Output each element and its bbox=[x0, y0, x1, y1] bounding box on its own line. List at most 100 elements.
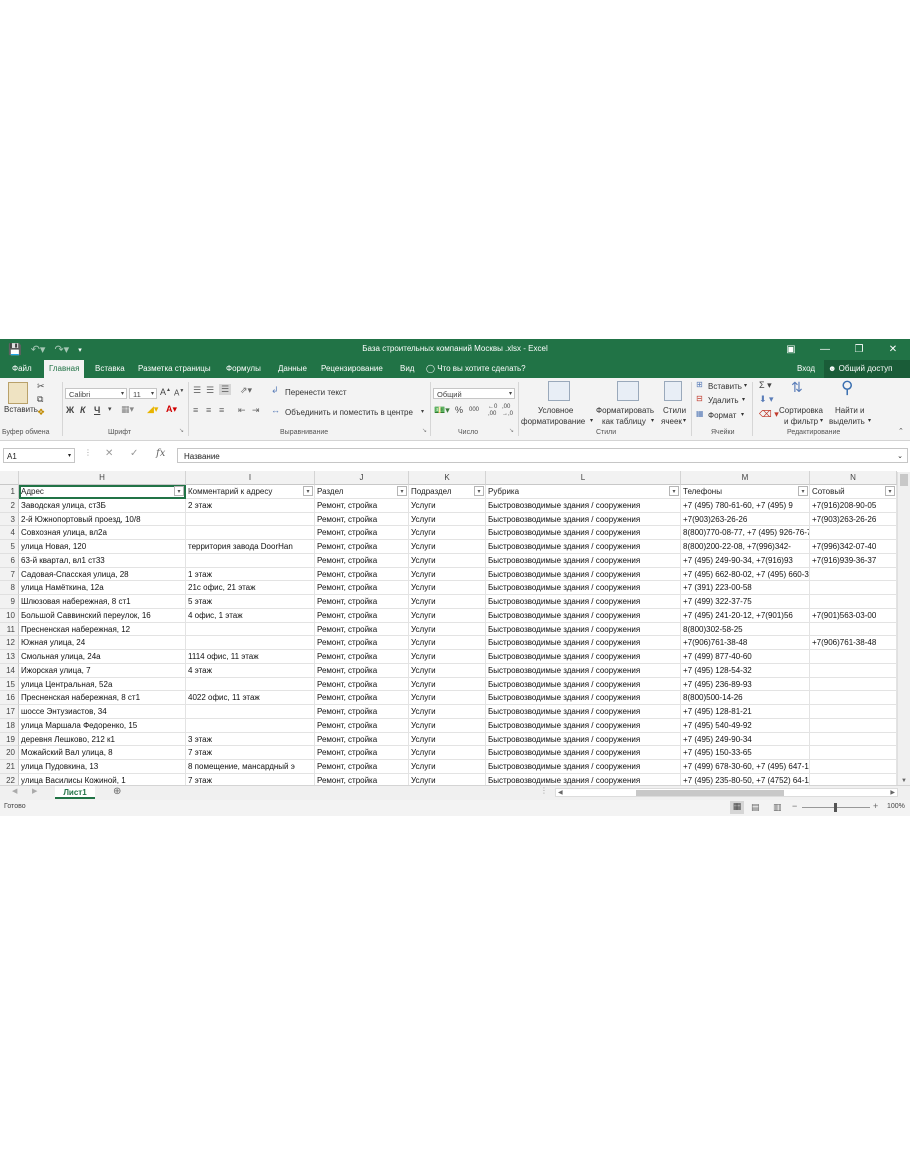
row-header[interactable]: 18 bbox=[0, 718, 19, 733]
table-cell[interactable]: улица Намёткина, 12а bbox=[19, 581, 186, 595]
table-cell[interactable]: Услуги bbox=[409, 691, 486, 705]
decrease-font-icon[interactable]: A▼ bbox=[174, 388, 184, 398]
table-cell[interactable]: 2 этаж bbox=[186, 498, 315, 513]
table-cell[interactable]: Ремонт, стройка bbox=[315, 760, 409, 774]
page-layout-view-icon[interactable]: ▤ bbox=[751, 802, 760, 813]
number-dialog-launcher-icon[interactable]: ↘ bbox=[509, 427, 514, 434]
table-cell[interactable]: +7(916)208-90-05 bbox=[810, 498, 897, 513]
comma-style-icon[interactable]: 000 bbox=[469, 407, 479, 413]
format-as-table-label-1[interactable]: Форматировать bbox=[596, 406, 654, 415]
wrap-text-icon[interactable]: ↲ bbox=[271, 385, 279, 396]
table-cell[interactable]: Быстровозводимые здания / сооружения bbox=[486, 622, 681, 637]
row-header[interactable]: 16 bbox=[0, 691, 19, 705]
table-cell[interactable]: Услуги bbox=[409, 498, 486, 513]
table-cell[interactable] bbox=[186, 705, 315, 719]
table-cell[interactable]: Ремонт, стройка bbox=[315, 663, 409, 678]
row-header[interactable]: 17 bbox=[0, 705, 19, 719]
wrap-text-button[interactable]: Перенести текст bbox=[285, 388, 347, 397]
format-as-table-label-2[interactable]: как таблицу bbox=[602, 417, 646, 426]
filter-dropdown-icon[interactable]: ▾ bbox=[798, 486, 808, 496]
table-cell[interactable]: Быстровозводимые здания / сооружения bbox=[486, 691, 681, 705]
table-cell[interactable]: Быстровозводимые здания / сооружения bbox=[486, 595, 681, 609]
sort-filter-label-2[interactable]: и фильтр bbox=[784, 417, 818, 426]
format-cells-icon[interactable]: ▦ bbox=[696, 409, 704, 418]
table-cell[interactable]: Ремонт, стройка bbox=[315, 567, 409, 582]
minimize-icon[interactable]: — bbox=[808, 339, 842, 360]
table-cell[interactable]: Быстровозводимые здания / сооружения bbox=[486, 553, 681, 568]
filter-dropdown-icon[interactable]: ▾ bbox=[669, 486, 679, 496]
font-name-combo[interactable]: Calibri ▾ bbox=[65, 388, 127, 399]
column-header[interactable]: J bbox=[315, 471, 409, 485]
scroll-left-arrow-icon[interactable]: ◀ bbox=[558, 789, 563, 796]
zoom-slider-thumb[interactable] bbox=[834, 803, 837, 812]
table-cell[interactable]: +7(906)761-38-48 bbox=[681, 636, 810, 650]
row-header[interactable]: 20 bbox=[0, 746, 19, 760]
table-cell[interactable]: Услуги bbox=[409, 636, 486, 650]
table-cell[interactable] bbox=[186, 553, 315, 568]
table-cell[interactable]: Ремонт, стройка bbox=[315, 691, 409, 705]
table-cell[interactable] bbox=[810, 595, 897, 609]
column-header[interactable]: K bbox=[409, 471, 486, 485]
insert-cells-button[interactable]: Вставить bbox=[708, 382, 742, 391]
row-header[interactable]: 13 bbox=[0, 650, 19, 664]
table-cell[interactable] bbox=[186, 718, 315, 733]
autosum-icon[interactable]: Σ ▾ bbox=[759, 380, 772, 391]
column-header[interactable]: L bbox=[486, 471, 681, 485]
header-cell[interactable]: Телефоны ▾ bbox=[681, 485, 810, 499]
table-cell[interactable]: +7 (499) 877-40-60 bbox=[681, 650, 810, 664]
merge-center-button[interactable]: Объединить и поместить в центре bbox=[285, 408, 413, 417]
row-header[interactable]: 1 bbox=[0, 485, 19, 499]
table-cell[interactable] bbox=[810, 581, 897, 595]
align-right-icon[interactable]: ≡ bbox=[219, 405, 224, 415]
format-cells-button[interactable]: Формат bbox=[708, 411, 736, 420]
number-format-combo[interactable]: Общий ▾ bbox=[433, 388, 515, 399]
table-cell[interactable]: Услуги bbox=[409, 595, 486, 609]
table-cell[interactable]: 1114 офис, 11 этаж bbox=[186, 650, 315, 664]
table-cell[interactable] bbox=[186, 636, 315, 650]
zoom-level[interactable]: 100% bbox=[887, 803, 905, 810]
table-cell[interactable]: деревня Лешково, 212 к1 bbox=[19, 732, 186, 747]
table-cell[interactable]: Садовая-Спасская улица, 28 bbox=[19, 567, 186, 582]
row-header[interactable]: 2 bbox=[0, 498, 19, 513]
percent-icon[interactable]: % bbox=[455, 405, 463, 415]
table-cell[interactable]: Услуги bbox=[409, 553, 486, 568]
table-cell[interactable]: Услуги bbox=[409, 526, 486, 540]
table-cell[interactable]: Быстровозводимые здания / сооружения bbox=[486, 650, 681, 664]
table-cell[interactable] bbox=[810, 691, 897, 705]
scroll-right-arrow-icon[interactable]: ▶ bbox=[890, 789, 895, 796]
table-cell[interactable]: Услуги bbox=[409, 760, 486, 774]
zoom-in-icon[interactable]: + bbox=[873, 801, 878, 811]
split-handle-icon[interactable]: ⋮ bbox=[540, 786, 548, 795]
formula-input[interactable]: Название ⌄ bbox=[177, 448, 908, 463]
table-cell[interactable]: +7 (495) 662-80-02, +7 (495) 660-30-30, … bbox=[681, 567, 810, 582]
table-cell[interactable]: Услуги bbox=[409, 608, 486, 623]
table-cell[interactable]: Услуги bbox=[409, 677, 486, 692]
horizontal-scroll-thumb[interactable] bbox=[636, 790, 784, 796]
table-cell[interactable] bbox=[810, 663, 897, 678]
sheet-tab[interactable]: Лист1 bbox=[55, 786, 95, 799]
align-bottom-icon[interactable]: ☰ bbox=[219, 384, 232, 395]
orientation-icon[interactable]: ⇗▾ bbox=[240, 385, 252, 396]
table-cell[interactable]: Быстровозводимые здания / сооружения bbox=[486, 498, 681, 513]
table-cell[interactable]: +7 (391) 223-00-58 bbox=[681, 581, 810, 595]
fill-color-icon[interactable]: ◢▾ bbox=[147, 404, 158, 415]
cell-styles-icon[interactable] bbox=[664, 381, 682, 401]
align-left-icon[interactable]: ≡ bbox=[193, 405, 198, 415]
row-header[interactable]: 19 bbox=[0, 732, 19, 747]
table-cell[interactable]: Ремонт, стройка bbox=[315, 622, 409, 637]
table-cell[interactable]: Услуги bbox=[409, 540, 486, 554]
table-cell[interactable]: Быстровозводимые здания / сооружения bbox=[486, 581, 681, 595]
table-cell[interactable]: Ижорская улица, 7 bbox=[19, 663, 186, 678]
table-cell[interactable]: +7 (495) 150-33-65 bbox=[681, 746, 810, 760]
vertical-scrollbar[interactable]: ▼ bbox=[897, 472, 910, 785]
tab-formulas[interactable]: Формулы bbox=[221, 360, 266, 378]
increase-decimal-icon[interactable]: ←0,00 bbox=[488, 404, 497, 418]
font-size-combo[interactable]: 11 ▾ bbox=[129, 388, 157, 399]
table-cell[interactable]: Заводская улица, ст3Б bbox=[19, 498, 186, 513]
table-cell[interactable]: 21с офис, 21 этаж bbox=[186, 581, 315, 595]
vertical-scroll-thumb[interactable] bbox=[900, 474, 908, 486]
table-cell[interactable]: Ремонт, стройка bbox=[315, 636, 409, 650]
table-cell[interactable]: 4 офис, 1 этаж bbox=[186, 608, 315, 623]
table-cell[interactable]: Ремонт, стройка bbox=[315, 650, 409, 664]
tab-insert[interactable]: Вставка bbox=[90, 360, 130, 378]
